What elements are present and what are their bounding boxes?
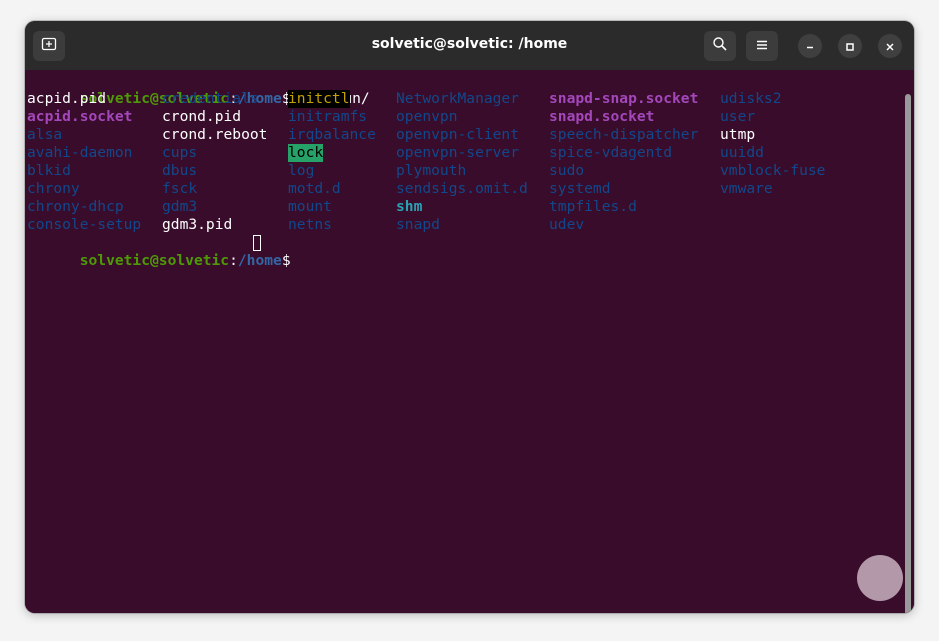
listing-entry: blkid [27, 162, 71, 179]
prompt-user-host: solvetic@solvetic [79, 252, 230, 269]
listing-entry: crond.pid [162, 108, 242, 125]
listing-entry: sudo [549, 162, 585, 179]
listing-entry: acpid.pid [27, 90, 107, 107]
listing-entry: snapd [396, 216, 440, 233]
minimize-icon [805, 37, 815, 56]
scrollbar[interactable] [905, 94, 911, 613]
listing-entry: gdm3 [162, 198, 198, 215]
search-button[interactable] [704, 31, 736, 61]
listing-entry: gdm3.pid [162, 216, 233, 233]
listing-entry: alsa [27, 126, 63, 143]
listing-entry: openvpn-client [396, 126, 520, 143]
text-cursor [253, 235, 261, 251]
listing-entry: avahi-daemon [27, 144, 133, 161]
listing-entry: tmpfiles.d [549, 198, 637, 215]
command-line: solvetic@solvetic:/home$ ls /run/ [27, 72, 370, 107]
listing-entry: utmp [720, 126, 756, 143]
listing-entry: udev [549, 216, 585, 233]
maximize-icon [845, 37, 855, 56]
terminal-output[interactable]: solvetic@solvetic:/home$ ls /run/ acpid.… [25, 70, 914, 613]
listing-entry: irqbalance [288, 126, 376, 143]
menu-button[interactable] [746, 31, 778, 61]
search-icon [712, 36, 728, 56]
listing-entry: cups [162, 144, 198, 161]
listing-entry: systemd [549, 180, 611, 197]
prompt-dollar: $ [281, 252, 291, 269]
listing-entry: shm [396, 198, 423, 215]
listing-entry: lock [288, 144, 324, 162]
listing-entry: uuidd [720, 144, 764, 161]
listing-entry: NetworkManager [396, 90, 520, 107]
close-icon [885, 37, 895, 56]
terminal-window: solvetic@solvetic: /home solvetic@solvet… [25, 21, 914, 613]
listing-entry: chrony [27, 180, 80, 197]
listing-entry: console-setup [27, 216, 142, 233]
listing-entry: log [288, 162, 315, 179]
listing-entry: spice-vdagentd [549, 144, 673, 161]
title-bar[interactable]: solvetic@solvetic: /home [25, 21, 914, 70]
listing-entry: vmware [720, 180, 773, 197]
listing-entry: sendsigs.omit.d [396, 180, 528, 197]
watermark-logo [857, 555, 903, 601]
listing-entry: initctl [288, 90, 350, 108]
listing-entry: credentials [162, 90, 259, 107]
listing-entry: fsck [162, 180, 198, 197]
minimize-button[interactable] [798, 34, 822, 58]
listing-entry: motd.d [288, 180, 341, 197]
close-button[interactable] [878, 34, 902, 58]
listing-entry: crond.reboot [162, 126, 268, 143]
listing-entry: vmblock-fuse [720, 162, 826, 179]
window-title: solvetic@solvetic: /home [371, 36, 568, 52]
prompt-colon: : [229, 252, 238, 269]
current-prompt-line: solvetic@solvetic:/home$ [27, 234, 291, 269]
listing-entry: chrony-dhcp [27, 198, 124, 215]
listing-entry: plymouth [396, 162, 467, 179]
listing-entry: mount [288, 198, 332, 215]
listing-entry: snapd-snap.socket [549, 90, 699, 107]
hamburger-menu-icon [755, 37, 769, 56]
listing-entry: speech-dispatcher [549, 126, 699, 143]
listing-entry: initramfs [288, 108, 368, 125]
prompt-path: /home [237, 252, 282, 269]
listing-entry: snapd.socket [549, 108, 655, 125]
listing-entry: acpid.socket [27, 108, 133, 125]
listing-entry: openvpn [396, 108, 458, 125]
listing-entry: dbus [162, 162, 198, 179]
listing-entry: openvpn-server [396, 144, 520, 161]
listing-entry: netns [288, 216, 332, 233]
maximize-button[interactable] [838, 34, 862, 58]
listing-entry: udisks2 [720, 90, 782, 107]
listing-entry: user [720, 108, 756, 125]
